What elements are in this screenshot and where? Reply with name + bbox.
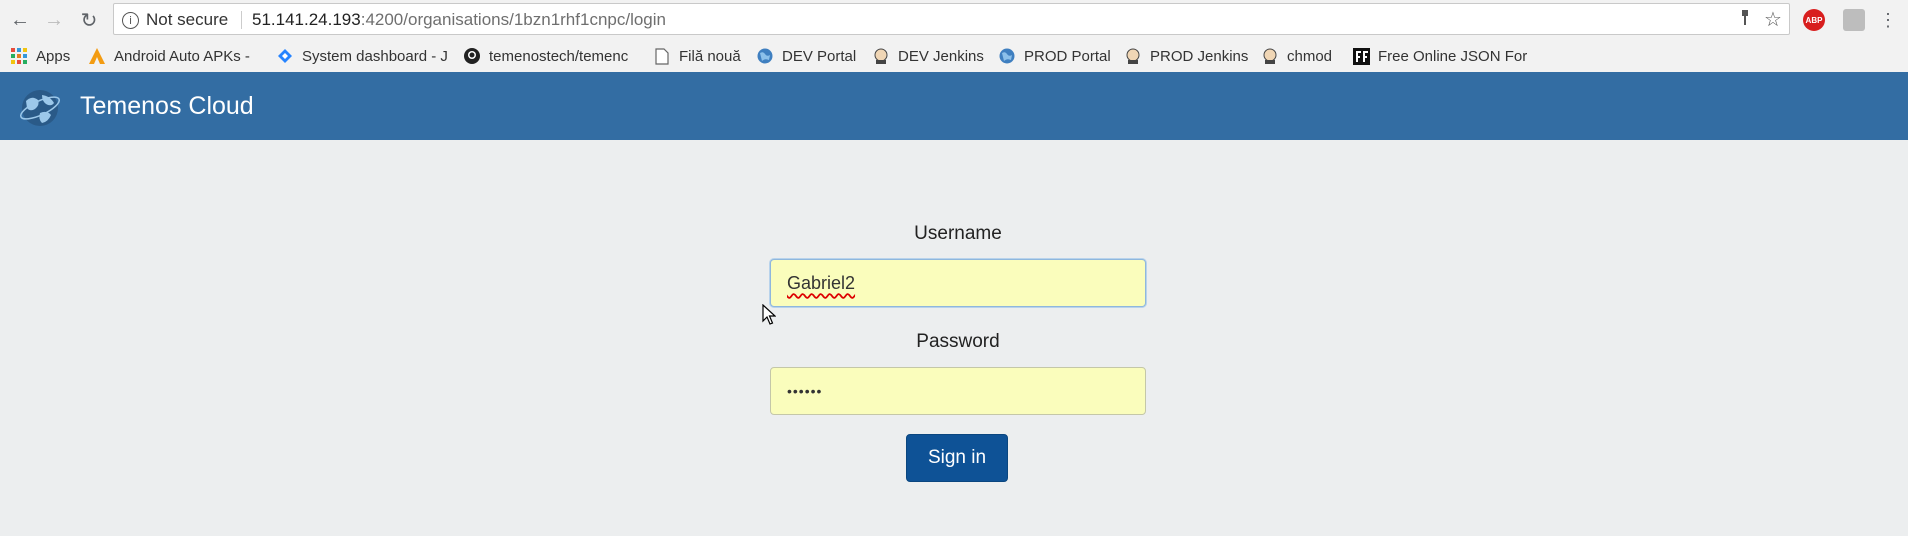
bookmark-system-dashboard[interactable]: System dashboard - J (276, 45, 448, 67)
password-label: Password (916, 331, 1000, 352)
bookmark-label: Android Auto APKs - (114, 47, 250, 65)
jira-icon (276, 47, 294, 65)
bookmark-android-auto[interactable]: Android Auto APKs - (88, 45, 258, 67)
app-header (0, 72, 1908, 140)
bookmark-label: temenostech/temenc (489, 47, 629, 65)
adblock-label: ABP (1805, 15, 1823, 25)
globe-logo-icon (18, 87, 62, 127)
bookmark-label: System dashboard - J (302, 47, 448, 65)
browser-toolbar: ← → ↻ i Not secure 51.141.24.193:4200/or… (0, 0, 1908, 40)
jenkins-icon (872, 47, 890, 65)
back-icon[interactable]: ← (6, 6, 34, 34)
bookmark-fila-noua[interactable]: Filă nouă (653, 45, 741, 67)
github-icon (463, 47, 481, 65)
bookmark-label: Free Online JSON For (1378, 47, 1528, 65)
jenkins-icon (1124, 47, 1142, 65)
bookmark-label: chmod (1287, 47, 1333, 65)
url-path: :4200/organisations/1bzn1rhf1cnpc/login (360, 10, 666, 29)
extension-icon[interactable] (1843, 9, 1865, 31)
username-field[interactable]: Gabriel2 (770, 259, 1146, 307)
sign-in-button[interactable]: Sign in (906, 434, 1008, 482)
bookmark-apps[interactable]: Apps (10, 45, 70, 67)
ff-icon (1352, 47, 1370, 65)
jenkins-icon (1261, 47, 1279, 65)
bookmark-chmod[interactable]: chmod (1261, 45, 1332, 67)
globe-icon (756, 47, 774, 65)
android-auto-icon (88, 47, 106, 65)
bookmark-label: PROD Portal (1024, 47, 1111, 65)
bookmark-dev-portal[interactable]: DEV Portal (756, 45, 856, 67)
username-label: Username (914, 223, 1002, 244)
bookmark-label: DEV Jenkins (898, 47, 984, 65)
mouse-pointer-icon (762, 303, 777, 331)
bookmark-prod-portal[interactable]: PROD Portal (998, 45, 1111, 67)
username-value: Gabriel2 (787, 272, 856, 293)
forward-icon[interactable]: → (40, 6, 68, 34)
bookmark-star-icon[interactable]: ☆ (1764, 7, 1782, 32)
menu-icon[interactable]: ⋮ (1874, 6, 1902, 34)
info-icon: i (122, 11, 139, 29)
globe-icon (998, 47, 1016, 65)
security-label: Not secure (146, 10, 229, 29)
address-bar[interactable]: i Not secure 51.141.24.193:4200/organisa… (113, 3, 1790, 35)
bookmark-json-formatter[interactable]: Free Online JSON For (1352, 45, 1528, 67)
bookmark-prod-jenkins[interactable]: PROD Jenkins (1124, 45, 1248, 67)
page-icon (653, 47, 671, 65)
security-indicator[interactable]: i Not secure (122, 10, 228, 30)
url-text[interactable]: 51.141.24.193:4200/organisations/1bzn1rh… (252, 10, 666, 30)
bookmark-dev-jenkins[interactable]: DEV Jenkins (872, 45, 984, 67)
bookmarks-bar: Apps Android Auto APKs - System dashboar… (0, 41, 1908, 71)
password-value: •••••• (787, 383, 823, 399)
bookmark-label: Filă nouă (679, 47, 741, 65)
adblock-icon[interactable]: ABP (1803, 9, 1825, 31)
browser-chrome: ← → ↻ i Not secure 51.141.24.193:4200/or… (0, 0, 1908, 73)
bookmark-label: DEV Portal (782, 47, 857, 65)
key-icon[interactable] (1738, 9, 1752, 32)
app-title[interactable]: Temenos Cloud (80, 92, 254, 121)
password-field[interactable]: •••••• (770, 367, 1146, 415)
bookmark-label: Apps (36, 47, 71, 65)
apps-grid-icon (10, 47, 28, 65)
reload-icon[interactable]: ↻ (75, 6, 103, 34)
bookmark-github[interactable]: temenostech/temenc (463, 45, 635, 67)
url-host: 51.141.24.193 (252, 10, 361, 29)
url-divider (241, 11, 242, 29)
bookmark-label: PROD Jenkins (1150, 47, 1249, 65)
